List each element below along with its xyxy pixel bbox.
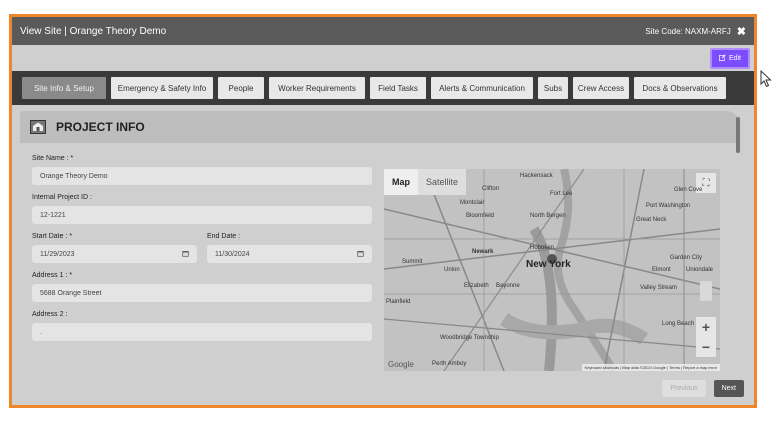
site-name-field[interactable]: Orange Theory Demo (32, 167, 372, 185)
tab-site-info[interactable]: Site Info & Setup (22, 77, 106, 99)
end-date-label: End Date : (207, 233, 241, 240)
tab-emergency-safety[interactable]: Emergency & Safety Info (111, 77, 213, 99)
internal-id-field[interactable]: 12-1221 (32, 206, 372, 224)
map-label: Long Beach (662, 321, 695, 327)
map-label: Port Washington (646, 203, 691, 209)
address2-value: . (40, 328, 42, 336)
map-label: Garden City (670, 255, 703, 261)
end-date-field[interactable]: 11/30/2024 (207, 245, 372, 263)
address1-field[interactable]: 5688 Orange Street (32, 284, 372, 302)
edit-icon (718, 53, 726, 63)
project-icon (30, 120, 46, 134)
map-attribution[interactable]: Keyboard shortcuts | Map data ©2024 Goog… (581, 364, 720, 371)
calendar-icon[interactable] (182, 250, 189, 259)
content-area: PROJECT INFO Site Name : * Orange Theory… (12, 105, 754, 371)
edit-button-label: Edit (728, 54, 741, 62)
map-label: Bloomfield (466, 213, 495, 219)
internal-id-label: Internal Project ID : (32, 194, 92, 201)
map-label: New York (526, 259, 571, 270)
address2-label: Address 2 : (32, 311, 68, 318)
map-label: Montclair (460, 200, 485, 206)
start-date-value: 11/29/2023 (40, 250, 75, 258)
map-label: Uniondale (686, 267, 714, 273)
map-view-button[interactable]: Map (384, 169, 418, 195)
pegman-icon[interactable] (700, 281, 712, 301)
address2-field[interactable]: . (32, 323, 372, 341)
mouse-cursor-icon (760, 70, 772, 88)
site-map[interactable]: Map Satellite ⛶ + − Clifton Montclair Bl… (384, 169, 720, 371)
map-label: Bayonne (496, 283, 520, 289)
map-label: Clifton (482, 186, 500, 192)
action-bar: Edit (12, 45, 754, 71)
tab-people[interactable]: People (218, 77, 264, 99)
map-label: Great Neck (636, 217, 667, 223)
calendar-icon[interactable] (357, 250, 364, 259)
next-button[interactable]: Next (713, 379, 744, 397)
map-label: Summit (402, 259, 423, 265)
close-icon[interactable]: ✖ (737, 25, 746, 38)
zoom-in-button[interactable]: + (696, 317, 716, 337)
edit-button[interactable]: Edit (709, 47, 750, 69)
tab-field-tasks[interactable]: Field Tasks (370, 77, 426, 99)
start-date-field[interactable]: 11/29/2023 (32, 245, 197, 263)
scrollbar-thumb[interactable] (736, 117, 740, 153)
tab-alerts-communication[interactable]: Alerts & Communication (431, 77, 533, 99)
tab-docs-observations[interactable]: Docs & Observations (634, 77, 726, 99)
tab-bar: Site Info & Setup Emergency & Safety Inf… (12, 71, 754, 105)
zoom-out-button[interactable]: − (696, 337, 716, 357)
map-label: North Bergen (530, 213, 566, 219)
project-info-form: Site Name : * Orange Theory Demo Interna… (32, 155, 372, 350)
content-scrollbar[interactable] (736, 117, 742, 367)
section-header: PROJECT INFO (20, 111, 740, 143)
view-site-modal: View Site | Orange Theory Demo Site Code… (9, 14, 757, 408)
map-label: Woodbridge Township (440, 335, 499, 341)
site-code: Site Code: NAXM-ARFJ (645, 26, 731, 36)
map-label: Newark (472, 249, 494, 255)
tab-subs[interactable]: Subs (538, 77, 568, 99)
map-label: Fort Lee (550, 191, 573, 197)
zoom-control: + − (696, 317, 716, 357)
address1-label: Address 1 : * (32, 272, 73, 279)
section-title: PROJECT INFO (56, 120, 145, 134)
tab-worker-requirements[interactable]: Worker Requirements (269, 77, 365, 99)
modal-title: View Site | Orange Theory Demo (20, 25, 167, 37)
address1-value: 5688 Orange Street (40, 289, 102, 297)
map-label: Union (444, 267, 460, 273)
map-label: Valley Stream (640, 285, 677, 291)
previous-button[interactable]: Previous (662, 379, 706, 397)
modal-footer: Previous Next (12, 371, 754, 405)
map-label: Perth Amboy (432, 361, 467, 367)
end-date-value: 11/30/2024 (215, 250, 250, 258)
google-logo: Google (388, 360, 414, 369)
internal-id-value: 12-1221 (40, 211, 66, 219)
map-type-toggle: Map Satellite (384, 169, 467, 195)
site-name-label: Site Name : * (32, 155, 74, 162)
tab-crew-access[interactable]: Crew Access (573, 77, 629, 99)
map-label: Elizabeth (464, 283, 489, 289)
satellite-view-button[interactable]: Satellite (418, 169, 466, 195)
start-date-label: Start Date : * (32, 233, 73, 240)
site-name-value: Orange Theory Demo (40, 172, 108, 180)
modal-titlebar: View Site | Orange Theory Demo Site Code… (12, 17, 754, 45)
map-label: Hackensack (520, 173, 553, 179)
map-label: Plainfield (386, 299, 411, 305)
map-label: Hoboken (530, 245, 555, 251)
map-label: Glen Cove (674, 187, 703, 193)
map-label: Elmont (652, 267, 671, 273)
